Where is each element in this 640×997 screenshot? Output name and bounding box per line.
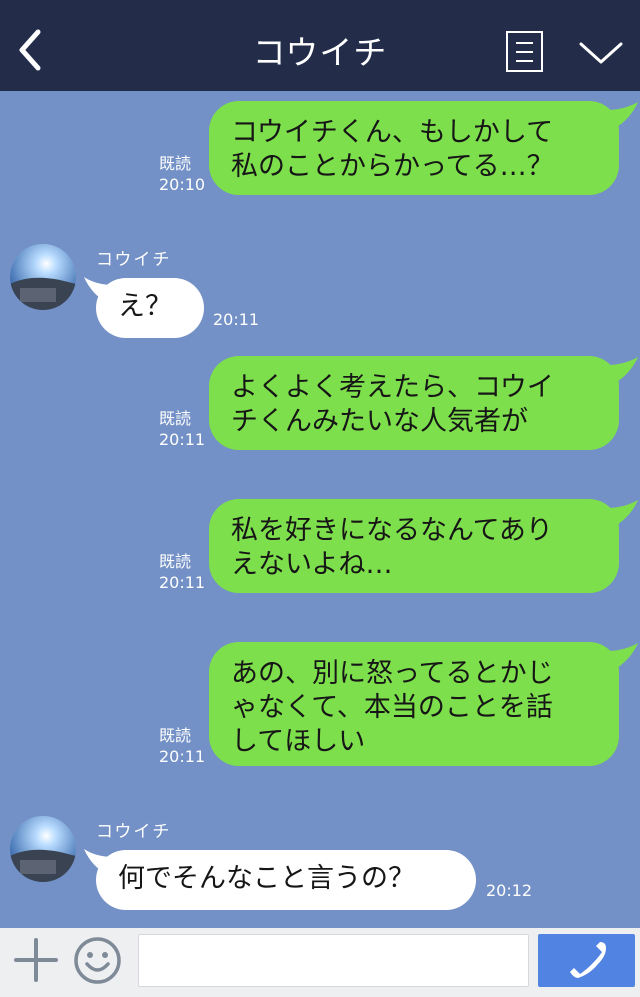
avatar[interactable]	[10, 816, 76, 882]
message-meta: 既読 20:11	[159, 408, 205, 450]
read-receipt: 既読	[159, 726, 192, 745]
avatar-image	[10, 816, 76, 882]
message-line: え？	[118, 291, 172, 322]
message-input-bar	[0, 928, 640, 997]
message-line: あの、別に怒ってるとかじ	[231, 658, 554, 689]
incoming-message[interactable]: え？	[96, 278, 204, 338]
message-line: 私を好きになるなんてあり	[231, 515, 553, 546]
outgoing-message[interactable]: コウイチくん、もしかして 私のことからかってる…？	[209, 101, 619, 195]
message-line: 私のことからかってる…？	[231, 151, 554, 182]
message-line: コウイチくん、もしかして	[231, 117, 554, 148]
sender-name: コウイチ	[96, 822, 172, 842]
plus-icon[interactable]	[14, 938, 58, 982]
message-time: 20:11	[159, 430, 206, 449]
outgoing-message[interactable]: あの、別に怒ってるとかじ ゃなくて、本当のことを話 してほしい	[209, 642, 619, 766]
smiley-icon[interactable]	[73, 936, 122, 985]
message-meta: 既読 20:10	[159, 153, 205, 195]
outgoing-message[interactable]: 私を好きになるなんてあり えないよね…	[209, 499, 619, 593]
chat-header: コウイチ	[0, 0, 640, 91]
outgoing-message[interactable]: よくよく考えたら、コウイ チくんみたいな人気者が	[209, 356, 619, 450]
chat-title: コウイチ	[252, 33, 388, 72]
list-menu-icon[interactable]	[506, 31, 543, 72]
avatar[interactable]	[10, 244, 76, 310]
message-list[interactable]: 既読 20:10 コウイチくん、もしかして 私のことからかってる…？ コウイチ …	[0, 91, 640, 928]
message-meta: 既読 20:11	[159, 551, 205, 593]
message-line: チくんみたいな人気者が	[231, 406, 528, 437]
incoming-message[interactable]: 何でそんなこと言うの？	[96, 850, 476, 910]
message-input[interactable]	[138, 934, 529, 987]
message-line: 何でそんなこと言うの？	[118, 863, 415, 894]
read-receipt: 既読	[159, 409, 192, 428]
message-line: してほしい	[231, 726, 366, 757]
read-receipt: 既読	[159, 154, 192, 173]
message-time: 20:10	[159, 175, 206, 194]
phone-icon	[570, 942, 606, 978]
message-line: えないよね…	[231, 549, 393, 580]
avatar-image	[10, 244, 76, 310]
sender-name: コウイチ	[96, 250, 172, 270]
chevron-down-icon[interactable]	[578, 38, 624, 68]
message-time: 20:11	[159, 747, 206, 766]
message-time: 20:12	[486, 881, 533, 900]
message-time: 20:11	[213, 310, 260, 329]
message-line: ゃなくて、本当のことを話	[231, 692, 553, 723]
message-time: 20:11	[159, 573, 206, 592]
message-line: よくよく考えたら、コウイ	[231, 372, 554, 403]
message-meta: 既読 20:11	[159, 725, 205, 767]
call-button[interactable]	[538, 934, 635, 987]
read-receipt: 既読	[159, 552, 192, 571]
